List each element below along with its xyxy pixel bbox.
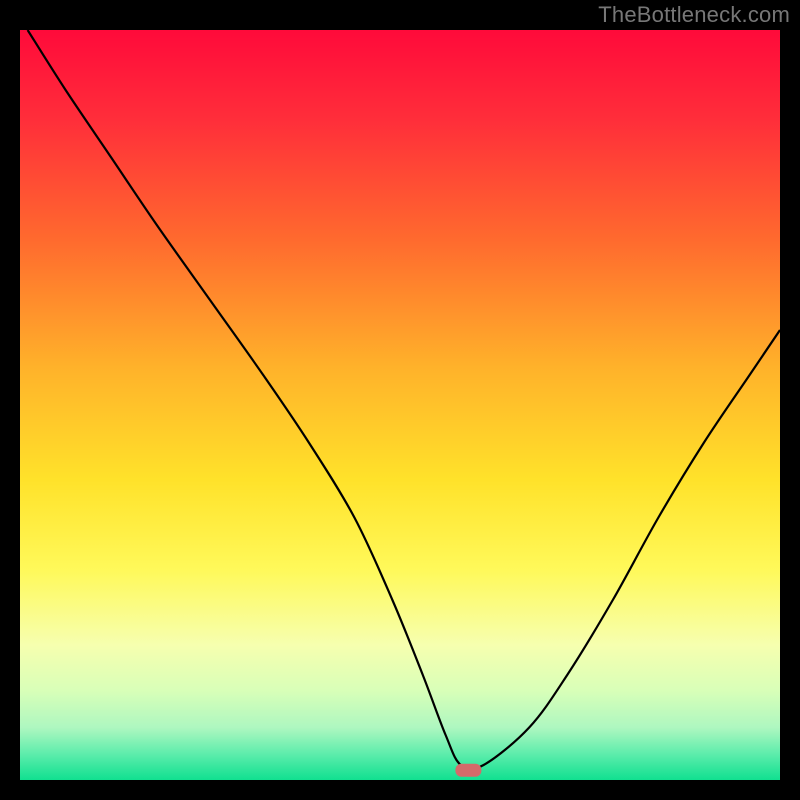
chart-background	[20, 30, 780, 780]
plot-area	[20, 30, 780, 780]
bottleneck-chart	[20, 30, 780, 780]
chart-frame: TheBottleneck.com	[0, 0, 800, 800]
watermark-text: TheBottleneck.com	[598, 2, 790, 28]
optimal-marker	[455, 764, 481, 777]
